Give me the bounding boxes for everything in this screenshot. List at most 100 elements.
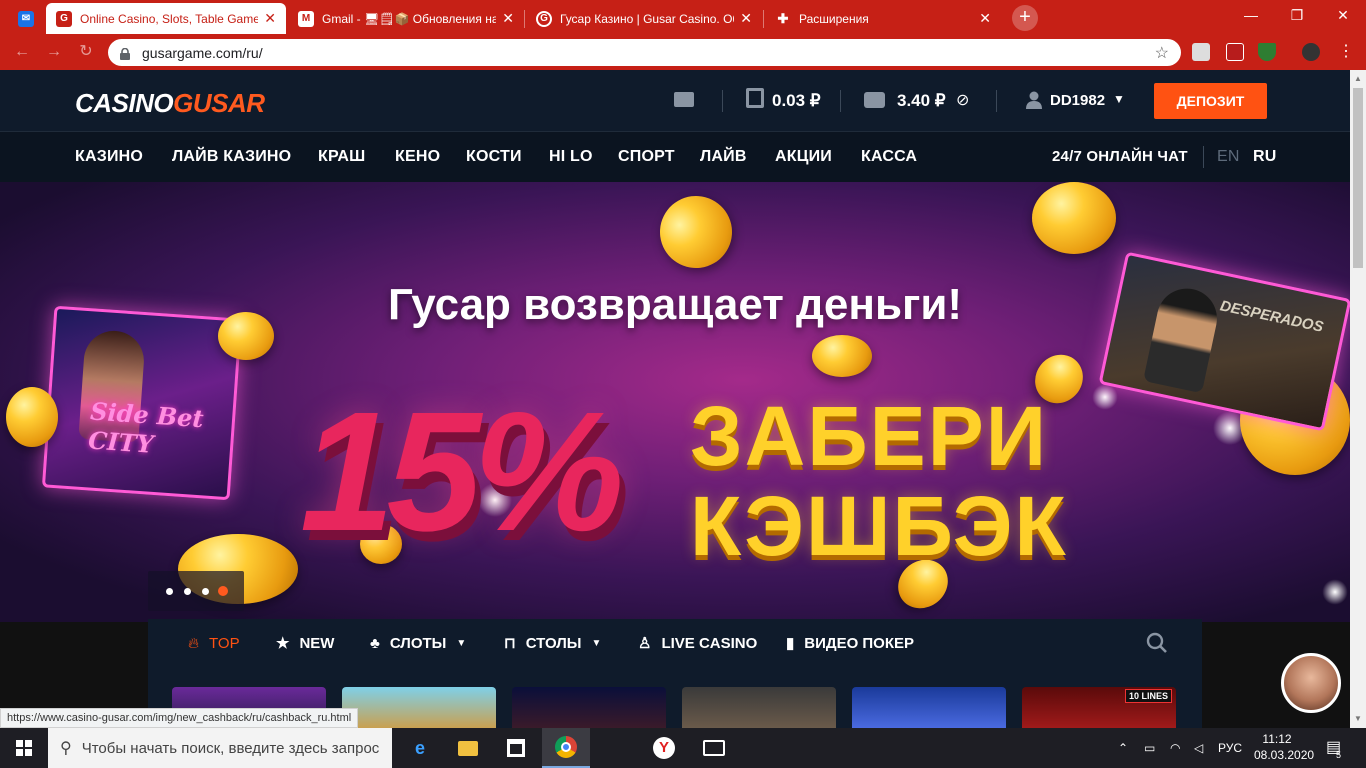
close-icon[interactable]: ✕ <box>979 10 991 27</box>
chrome-icon[interactable] <box>542 728 590 768</box>
tab-extensions[interactable]: ✚ Расширения ✕ <box>765 3 1001 34</box>
chevron-down-icon: ▼ <box>456 637 467 649</box>
nav-crash[interactable]: КРАШ <box>318 148 365 166</box>
search-icon[interactable] <box>1146 632 1168 654</box>
new-tab-button[interactable]: + <box>1012 5 1038 31</box>
divider <box>1203 146 1204 168</box>
close-icon[interactable]: ✕ <box>740 10 752 27</box>
lang-ru[interactable]: RU <box>1253 148 1277 166</box>
close-icon[interactable]: ✕ <box>264 10 276 27</box>
tab-title: Gmail - 🖥🗒📦 Обновления на <box>322 11 497 26</box>
dealer-icon: ♙ <box>638 635 652 652</box>
forward-button[interactable]: → <box>42 41 66 63</box>
page-scrollbar[interactable]: ▲ ▼ <box>1350 70 1366 728</box>
minimize-button[interactable]: — <box>1228 0 1274 30</box>
game-thumbnail[interactable] <box>852 687 1006 728</box>
store-icon[interactable] <box>492 728 540 768</box>
slide-dot-1[interactable] <box>166 588 173 595</box>
category-live-casino[interactable]: ♙ LIVE CASINO <box>638 619 757 667</box>
banner-cashback-label: КЭШБЭК <box>690 479 1068 573</box>
tab-gmail[interactable]: M Gmail - 🖥🗒📦 Обновления на ✕ <box>288 3 524 34</box>
back-button[interactable]: ← <box>10 41 34 63</box>
yandex-browser-icon[interactable]: Y <box>640 728 688 768</box>
nav-dice[interactable]: КОСТИ <box>466 148 522 166</box>
clock[interactable]: 11:12 08.03.2020 <box>1254 731 1314 763</box>
live-chat-link[interactable]: 24/7 ОНЛАЙН ЧАТ <box>1052 148 1188 165</box>
mail-icon[interactable] <box>674 92 694 107</box>
reload-button[interactable]: ↻ <box>74 41 98 63</box>
search-icon: ⚲ <box>60 740 72 757</box>
link-status-bar: https://www.casino-gusar.com/img/new_cas… <box>0 708 359 728</box>
hide-balance-eye-icon[interactable]: ⊘ <box>956 90 969 110</box>
camera-icon[interactable] <box>690 728 738 768</box>
volume-icon[interactable]: ◁ <box>1194 728 1203 768</box>
nav-promotions[interactable]: АКЦИИ <box>775 148 832 166</box>
tab-gusar-casino[interactable]: G Гусар Казино | Gusar Casino. Об ✕ <box>526 3 762 34</box>
username[interactable]: DD1982 <box>1050 92 1105 109</box>
input-language[interactable]: РУС <box>1218 728 1242 768</box>
pdf-extension-icon[interactable] <box>1226 43 1244 61</box>
coin <box>812 335 872 377</box>
cards-icon: ▮ <box>786 635 795 652</box>
bonus-balance: 0.03 ₽ <box>772 91 821 110</box>
nav-hi-lo[interactable]: HI LO <box>549 148 593 166</box>
game-thumbnail[interactable]: 10 LINES <box>1022 687 1176 728</box>
divider <box>722 90 723 112</box>
chevron-down-icon[interactable]: ▼ <box>1113 92 1125 106</box>
promo-banner[interactable]: Side Bet CITY DESPERADOS Гусар возвращае… <box>0 182 1350 622</box>
taskbar-search-box[interactable]: ⚲ Чтобы начать поиск, введите здесь запр… <box>48 728 392 768</box>
profile-avatar[interactable] <box>1302 43 1320 61</box>
game-thumbnail[interactable] <box>682 687 836 728</box>
address-bar[interactable]: gusargame.com/ru/ ☆ <box>108 39 1181 66</box>
category-video-poker[interactable]: ▮ ВИДЕО ПОКЕР <box>786 619 914 667</box>
lang-en[interactable]: EN <box>1217 148 1240 166</box>
slide-dot-2[interactable] <box>184 588 191 595</box>
windows-start-button[interactable] <box>0 728 48 768</box>
category-slots[interactable]: ♣ СЛОТЫ ▼ <box>370 619 466 667</box>
nav-cashier[interactable]: КАССА <box>861 148 917 166</box>
battery-icon[interactable]: ▭ <box>1144 728 1155 768</box>
close-window-button[interactable]: ✕ <box>1320 0 1366 30</box>
chevron-up-icon[interactable]: ⌃ <box>1118 728 1128 768</box>
deposit-button[interactable]: ДЕПОЗИТ <box>1154 83 1267 119</box>
scroll-down-arrow-icon[interactable]: ▼ <box>1354 714 1362 723</box>
scrollbar-thumb[interactable] <box>1353 88 1363 268</box>
lines-badge: 10 LINES <box>1124 689 1172 703</box>
side-bet-city-logo: Side Bet CITY <box>87 396 205 459</box>
coin <box>646 182 746 282</box>
slide-dot-3[interactable] <box>202 588 209 595</box>
tab-online-casino[interactable]: G Online Casino, Slots, Table Game ✕ <box>46 3 286 34</box>
balance: 3.40 ₽ <box>897 91 946 110</box>
category-tables[interactable]: ⊓ СТОЛЫ ▼ <box>504 619 601 667</box>
close-icon[interactable]: ✕ <box>502 10 514 27</box>
tab-mail[interactable]: ✉ <box>8 3 44 34</box>
search-placeholder: Чтобы начать поиск, введите здесь запрос <box>81 739 380 757</box>
support-chat-avatar[interactable] <box>1281 653 1341 713</box>
nav-casino[interactable]: КАЗИНО <box>75 148 143 166</box>
nav-sport[interactable]: СПОРТ <box>618 148 675 166</box>
edge-icon[interactable]: e <box>396 728 444 768</box>
file-explorer-icon[interactable] <box>444 728 492 768</box>
nav-live-casino[interactable]: ЛАЙВ КАЗИНО <box>172 148 291 166</box>
slide-dot-4[interactable] <box>218 586 228 596</box>
browser-menu-button[interactable]: ⋮ <box>1334 41 1358 63</box>
nav-keno[interactable]: КЕНО <box>395 148 440 166</box>
tab-separator <box>524 10 525 28</box>
scroll-up-arrow-icon[interactable]: ▲ <box>1354 74 1362 83</box>
casino-gusar-logo[interactable]: CASINOGUSAR <box>75 88 265 119</box>
maximize-button[interactable]: ❐ <box>1274 0 1320 30</box>
star-icon: ★ <box>276 635 290 652</box>
wifi-icon[interactable]: ◠ <box>1170 728 1180 768</box>
game-thumbnail[interactable] <box>342 687 496 728</box>
banner-take-label: ЗАБЕРИ <box>690 389 1049 483</box>
extension-icon[interactable] <box>1192 43 1210 61</box>
main-nav: КАЗИНО ЛАЙВ КАЗИНО КРАШ КЕНО КОСТИ HI LO… <box>0 131 1366 182</box>
game-thumbnail[interactable] <box>512 687 666 728</box>
category-new[interactable]: ★ NEW <box>276 619 334 667</box>
coin <box>6 387 58 447</box>
nav-live[interactable]: ЛАЙВ <box>700 148 747 166</box>
notifications-icon[interactable]: ▤ <box>1326 728 1341 768</box>
bookmark-star-icon[interactable]: ☆ <box>1155 43 1169 63</box>
category-top[interactable]: 🔥︎ TOP <box>188 619 240 667</box>
shield-extension-icon[interactable] <box>1258 43 1276 61</box>
